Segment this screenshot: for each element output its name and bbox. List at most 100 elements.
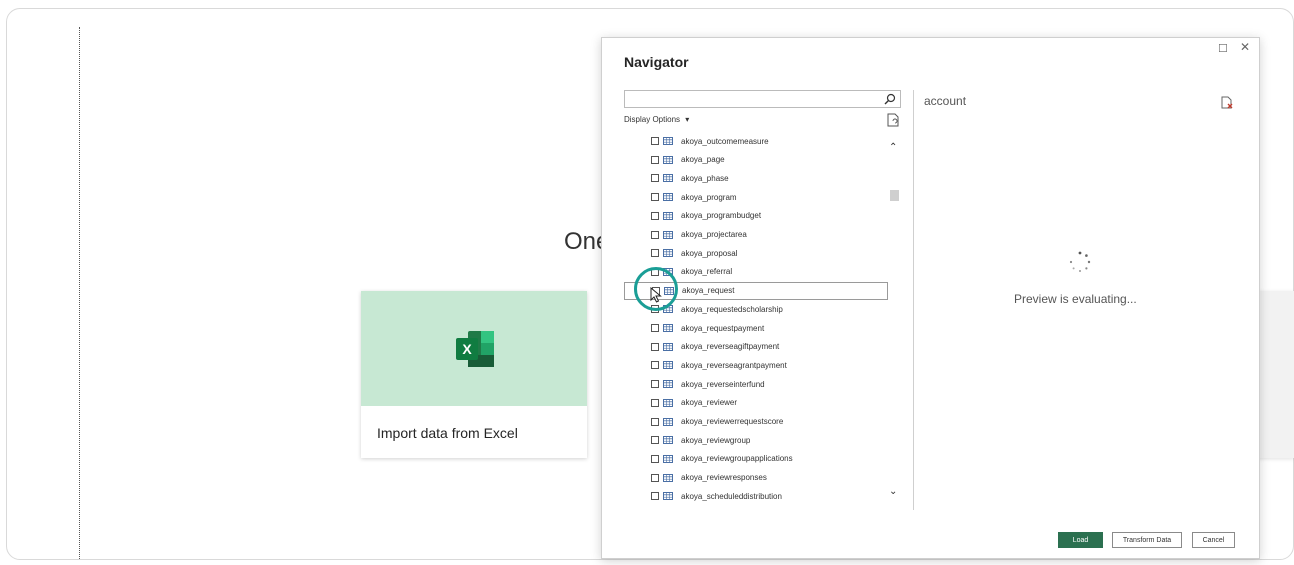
table-checkbox[interactable]	[651, 454, 659, 463]
table-icon	[663, 174, 673, 183]
table-icon	[663, 249, 673, 258]
table-checkbox[interactable]	[651, 342, 659, 351]
table-row-label: akoya_request	[682, 286, 735, 296]
table-icon	[663, 454, 673, 463]
table-checkbox[interactable]	[651, 174, 659, 183]
refresh-page-icon[interactable]	[887, 113, 899, 127]
table-row[interactable]: akoya_reverseagiftpayment	[624, 338, 888, 356]
table-checkbox[interactable]	[651, 230, 659, 239]
table-checkbox[interactable]	[651, 249, 659, 258]
table-row[interactable]: akoya_phase	[624, 169, 888, 187]
maximize-button[interactable]: ☐	[1218, 42, 1228, 55]
excel-card-banner: X	[361, 291, 587, 406]
mouse-cursor-icon	[650, 287, 662, 303]
close-button[interactable]: ✕	[1240, 40, 1250, 54]
import-excel-label: Import data from Excel	[377, 425, 518, 441]
table-row-label: akoya_reviewerrequestscore	[681, 417, 784, 426]
search-input[interactable]	[624, 90, 901, 108]
export-preview-icon[interactable]	[1220, 96, 1234, 110]
display-options-dropdown[interactable]: Display Options ▾	[624, 115, 689, 124]
table-icon	[663, 417, 673, 426]
chevron-down-icon[interactable]: ⌄	[889, 486, 897, 497]
table-row-label: akoya_reverseagiftpayment	[681, 342, 780, 352]
table-row-label: akoya_requestpayment	[681, 323, 765, 333]
table-row-label: akoya_reviewresponses	[681, 473, 767, 483]
table-icon	[663, 230, 673, 239]
scrollbar-thumb[interactable]	[890, 190, 899, 201]
loading-spinner-icon	[1069, 251, 1091, 272]
table-row-label: akoya_requestedscholarship	[681, 304, 783, 314]
table-checkbox[interactable]	[651, 417, 659, 426]
display-options-label: Display Options	[624, 115, 681, 124]
table-checkbox[interactable]	[651, 324, 659, 332]
table-row[interactable]: akoya_program	[624, 188, 888, 206]
table-checkbox[interactable]	[651, 361, 659, 370]
table-checkbox[interactable]	[651, 398, 659, 407]
table-row-label: akoya_phase	[681, 173, 729, 183]
chevron-up-icon[interactable]: ⌃	[889, 142, 897, 153]
dotted-divider	[79, 27, 80, 559]
table-checkbox[interactable]	[651, 155, 659, 164]
import-excel-card[interactable]: X Import data from Excel	[361, 291, 587, 458]
table-row[interactable]: akoya_reviewresponses	[624, 469, 888, 487]
table-icon	[663, 342, 673, 351]
table-row[interactable]: akoya_reverseagrantpayment	[624, 356, 888, 374]
table-icon	[663, 211, 673, 220]
table-row[interactable]: akoya_projectarea	[624, 226, 888, 244]
chevron-down-icon: ▾	[685, 115, 690, 124]
table-icon	[663, 193, 673, 202]
preview-title: account	[924, 94, 967, 108]
table-checkbox[interactable]	[651, 492, 659, 501]
table-row-label: akoya_page	[681, 155, 725, 165]
table-row[interactable]: akoya_scheduleddistribution	[624, 487, 888, 505]
table-row-label: akoya_program	[681, 192, 737, 202]
table-checkbox[interactable]	[651, 473, 659, 482]
table-row-label: akoya_reverseinterfund	[681, 379, 765, 389]
table-row-label: akoya_programbudget	[681, 211, 762, 221]
table-row-label: akoya_reviewgroup	[681, 435, 751, 445]
table-row-label: akoya_proposal	[681, 248, 738, 258]
table-icon	[663, 398, 673, 407]
table-icon	[663, 324, 673, 332]
cancel-button[interactable]: Cancel	[1192, 532, 1235, 548]
search-icon[interactable]	[884, 93, 896, 105]
table-row[interactable]: akoya_proposal	[624, 244, 888, 262]
table-row-label: akoya_reviewer	[681, 398, 738, 408]
transform-data-button[interactable]: Transform Data	[1112, 532, 1182, 548]
table-list: akoya_outcomemeasure akoya_page akoya_phas…	[624, 132, 902, 510]
table-checkbox[interactable]	[651, 380, 659, 389]
table-row-label: akoya_scheduleddistribution	[681, 491, 782, 501]
table-checkbox[interactable]	[651, 193, 659, 202]
table-icon	[663, 137, 673, 145]
preview-status: Preview is evaluating...	[1014, 292, 1137, 306]
table-row[interactable]: akoya_reviewgroup	[624, 431, 888, 449]
pane-divider	[913, 90, 914, 510]
navigator-title: Navigator	[624, 54, 689, 70]
table-row[interactable]: akoya_requestpayment	[624, 319, 888, 337]
table-row[interactable]: akoya_reviewerrequestscore	[624, 413, 888, 431]
table-icon	[663, 492, 673, 501]
table-icon	[663, 361, 673, 370]
table-row[interactable]: akoya_page	[624, 151, 888, 169]
table-icon	[663, 436, 673, 445]
table-icon	[663, 473, 673, 482]
table-row-label: akoya_reviewgroupapplications	[681, 454, 793, 464]
table-row[interactable]: akoya_outcomemeasure	[624, 132, 888, 150]
excel-icon: X	[456, 331, 494, 367]
load-button[interactable]: Load	[1058, 532, 1103, 548]
table-row-label: akoya_projectarea	[681, 230, 747, 239]
table-row-label: akoya_referral	[681, 267, 733, 277]
table-icon	[663, 380, 673, 389]
table-row[interactable]: akoya_programbudget	[624, 207, 888, 225]
table-checkbox[interactable]	[651, 137, 659, 145]
table-row[interactable]: akoya_reverseinterfund	[624, 375, 888, 393]
table-row[interactable]: akoya_reviewgroupapplications	[624, 450, 888, 468]
table-row-label: akoya_outcomemeasure	[681, 136, 769, 146]
table-row-label: akoya_reverseagrantpayment	[681, 360, 787, 370]
table-checkbox[interactable]	[651, 211, 659, 220]
table-icon	[663, 155, 673, 164]
excel-logo-letter: X	[462, 341, 472, 357]
table-checkbox[interactable]	[651, 436, 659, 445]
table-row[interactable]: akoya_reviewer	[624, 394, 888, 412]
list-scrollbar[interactable]: ⌃ ⌄	[888, 138, 901, 510]
